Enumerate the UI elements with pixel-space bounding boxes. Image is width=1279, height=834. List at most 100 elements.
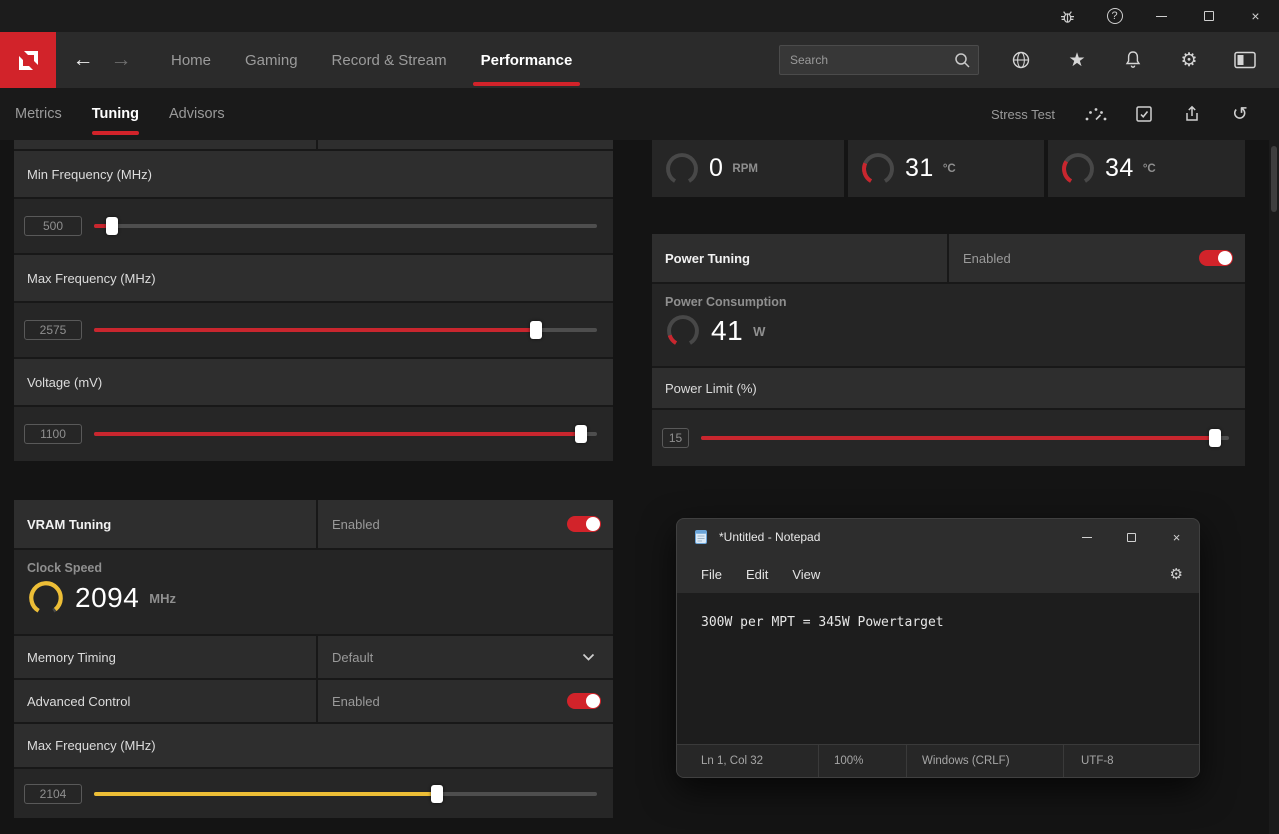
forward-button[interactable]: → [102,32,140,88]
favorites-star-icon[interactable]: ★ [1049,32,1105,88]
power-consumption-label: Power Consumption [665,295,787,309]
notifications-bell-icon[interactable] [1105,32,1161,88]
page-scrollbar[interactable] [1269,140,1279,834]
slider-handle[interactable] [431,784,444,803]
clock-speed-label: Clock Speed [27,561,103,575]
advanced-control-label: Advanced Control [27,693,131,709]
back-button[interactable]: ← [64,32,102,88]
reset-defaults-icon[interactable]: ↺ [1221,96,1259,132]
tab-tuning[interactable]: Tuning [91,88,140,140]
power-tuning-panel: Power Tuning Enabled Power Consumption 4… [652,234,1245,466]
notepad-statusbar: Ln 1, Col 32 100% Windows (CRLF) UTF-8 [677,744,1199,777]
power-consumption-section: Power Consumption 41 W [652,282,1245,366]
notepad-text: 300W per MPT = 345W Powertarget [701,615,944,630]
notepad-menu-file[interactable]: File [689,562,734,587]
slider-handle[interactable] [575,425,588,443]
stress-test-label[interactable]: Stress Test [991,107,1055,122]
export-profile-icon[interactable] [1173,96,1211,132]
max-frequency-slider[interactable] [94,320,597,340]
min-frequency-slider[interactable] [94,216,597,236]
power-limit-input[interactable] [662,428,689,448]
clipped-row-stub [14,140,613,149]
notepad-menubar: File Edit View ⚙ [677,555,1199,593]
vram-tuning-toggle[interactable] [567,516,601,532]
slider-handle[interactable] [529,321,542,339]
advanced-control-row: Advanced Control Enabled [14,678,613,722]
power-tuning-toggle[interactable] [1199,250,1233,266]
slider-handle[interactable] [1209,429,1222,447]
help-icon[interactable]: ? [1091,0,1138,32]
advanced-control-toggle[interactable] [567,693,601,709]
performance-subnav: Metrics Tuning Advisors Stress Test ↺ [0,88,1279,140]
max-frequency-label: Max Frequency (MHz) [14,253,613,301]
notepad-titlebar[interactable]: *Untitled - Notepad × [677,519,1199,555]
scrollbar-thumb[interactable] [1271,146,1277,212]
cursor-position-status: Ln 1, Col 32 [677,745,819,777]
fan-speed-value: 0 [709,154,724,182]
nav-record-stream[interactable]: Record & Stream [315,32,464,88]
slider-fill [94,224,107,228]
slider-fill [701,436,1222,440]
power-consumption-value: 41 [711,315,744,346]
power-limit-label: Power Limit (%) [652,366,1245,408]
junction-temperature-unit: °C [1142,162,1156,175]
voltage-label: Voltage (mV) [14,357,613,405]
tab-advisors[interactable]: Advisors [169,88,225,140]
power-limit-row [652,408,1245,466]
import-profile-icon[interactable] [1125,96,1163,132]
close-button[interactable]: × [1232,0,1279,32]
voltage-row [14,405,613,461]
nav-gaming[interactable]: Gaming [228,32,315,88]
slider-handle[interactable] [106,217,119,235]
nav-performance[interactable]: Performance [464,32,590,88]
vram-tuning-panel: VRAM Tuning Enabled Clock Speed 2094 MHz… [14,500,613,818]
power-state-label: Enabled [963,250,1011,266]
temperature-gauge [862,152,894,183]
amd-logo[interactable] [0,32,56,88]
power-tuning-header: Power Tuning Enabled [652,234,1245,282]
power-limit-slider[interactable] [701,428,1229,448]
max-frequency-input[interactable] [24,320,82,340]
temperature-value: 31 [905,154,934,182]
notepad-window: *Untitled - Notepad × File Edit View ⚙ 3… [676,518,1200,778]
maximize-button[interactable] [1185,0,1232,32]
search-icon[interactable] [954,52,971,69]
amd-arrow-icon [19,51,38,70]
overlay-panel-icon[interactable] [1217,32,1273,88]
notepad-maximize-button[interactable] [1109,519,1154,555]
minimize-button[interactable] [1138,0,1185,32]
search-box[interactable] [779,45,979,75]
search-input[interactable] [780,46,978,74]
nav-home[interactable]: Home [154,32,228,88]
titlebar-buttons: ? × [1044,0,1279,32]
stress-test-icon[interactable] [1077,96,1115,132]
memory-timing-select[interactable]: Default [316,636,613,678]
fan-speed-metric: 0 RPM [652,140,844,197]
min-frequency-input[interactable] [24,216,82,236]
bug-report-icon[interactable] [1044,0,1091,32]
notepad-settings-gear-icon[interactable]: ⚙ [1170,565,1183,583]
vram-max-frequency-input[interactable] [24,783,82,804]
notepad-minimize-button[interactable] [1064,519,1109,555]
notepad-menu-view[interactable]: View [780,562,832,587]
notepad-close-button[interactable]: × [1154,519,1199,555]
vram-max-frequency-label: Max Frequency (MHz) [14,722,613,767]
tab-metrics[interactable]: Metrics [15,88,62,140]
chevron-down-icon[interactable] [582,653,595,662]
vram-state-label: Enabled [332,516,380,532]
notepad-menu-edit[interactable]: Edit [734,562,780,587]
vram-max-frequency-slider[interactable] [94,784,597,804]
voltage-slider[interactable] [94,424,597,444]
junction-temperature-metric: 34 °C [1048,140,1245,197]
browser-globe-icon[interactable] [993,32,1049,88]
advanced-control-state: Enabled [332,693,380,709]
voltage-input[interactable] [24,424,82,444]
temperature-metric: 31 °C [848,140,1044,197]
notepad-text-area[interactable]: 300W per MPT = 345W Powertarget [677,593,1199,744]
temperature-unit: °C [942,162,956,175]
memory-timing-row: Memory Timing Default [14,634,613,678]
clock-speed-value: 2094 [75,582,140,613]
junction-temperature-gauge [1062,152,1094,183]
settings-gear-icon[interactable]: ⚙ [1161,32,1217,88]
slider-track[interactable] [94,224,597,228]
